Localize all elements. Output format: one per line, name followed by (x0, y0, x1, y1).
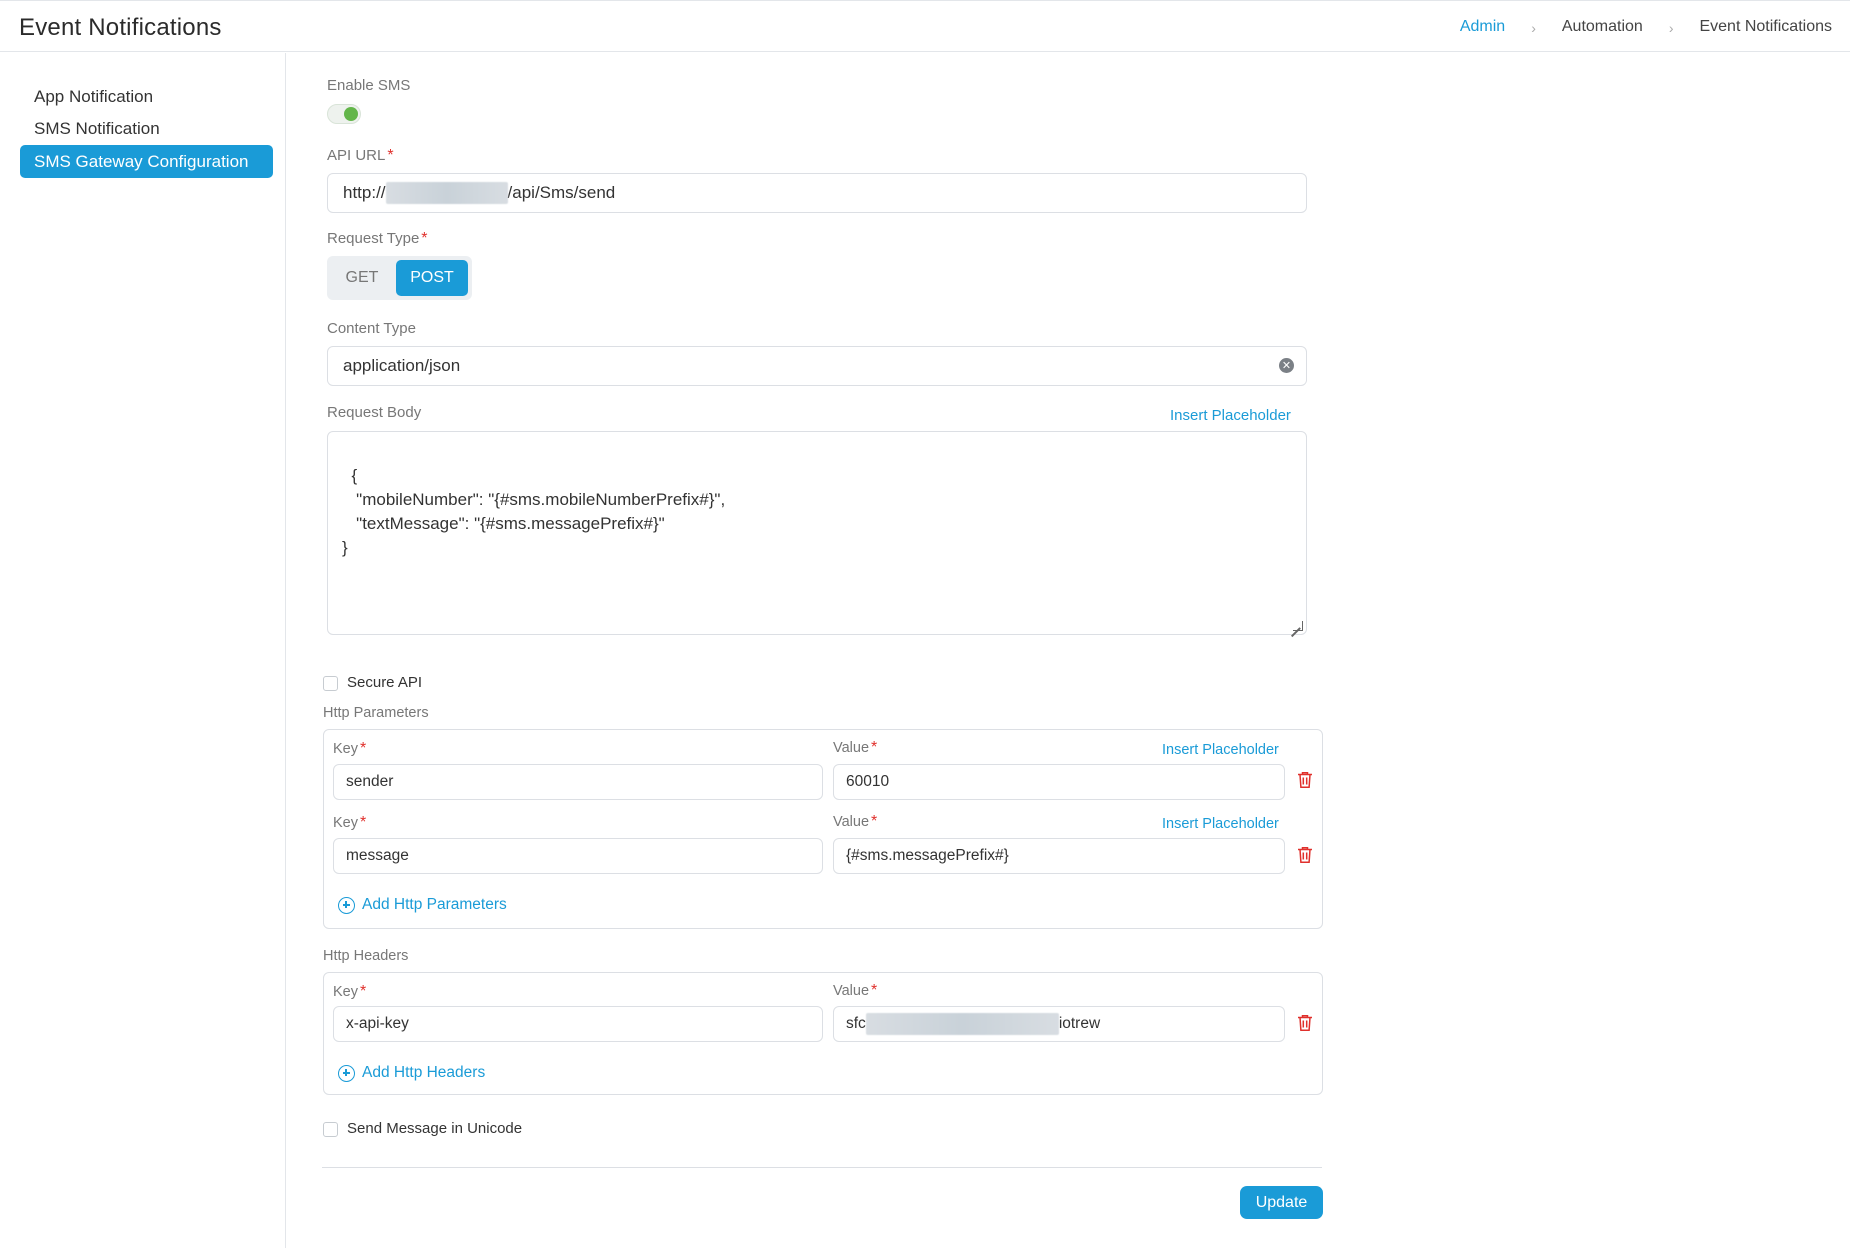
content-type-value: application/json (343, 356, 461, 375)
param-key-input[interactable]: sender (333, 764, 823, 800)
header-value-suffix: iotrew (1058, 1015, 1101, 1032)
delete-trash-icon[interactable] (1297, 1014, 1313, 1032)
param-insert-placeholder-link[interactable]: Insert Placeholder (1162, 816, 1279, 832)
api-url-prefix: http:// (343, 183, 386, 202)
send-unicode-label: Send Message in Unicode (347, 1120, 523, 1137)
add-circle-icon (338, 896, 355, 914)
secure-api-label: Secure API (347, 674, 423, 691)
param-key-label: Key * (333, 740, 366, 758)
required-asterisk: * (387, 147, 394, 164)
clear-icon[interactable]: ✕ (1279, 358, 1294, 373)
header-key-value: x-api-key (346, 1015, 409, 1032)
sidebar-item-app-notification[interactable]: App Notification (20, 80, 273, 113)
param-insert-placeholder-link[interactable]: Insert Placeholder (1162, 742, 1279, 758)
required-asterisk: * (360, 814, 367, 831)
api-url-suffix: /api/Sms/send (507, 183, 616, 202)
request-type-label: Request Type * (327, 230, 428, 248)
http-headers-title: Http Headers (323, 948, 409, 964)
sidebar-item-sms-gateway-configuration[interactable]: SMS Gateway Configuration (20, 145, 273, 178)
form-divider (322, 1167, 1322, 1168)
param-key-value: message (346, 847, 409, 864)
api-url-input[interactable]: http:// /api/Sms/send (327, 173, 1307, 213)
breadcrumb-separator-icon: › (1531, 20, 1536, 36)
api-url-label: API URL * (327, 147, 394, 165)
header-value-prefix: sfc (846, 1015, 866, 1032)
param-value-input[interactable]: 60010 (833, 764, 1285, 800)
param-value-value: 60010 (846, 773, 890, 790)
header-value-label: Value * (833, 982, 877, 1000)
header-value-input[interactable]: sfc iotrew (833, 1006, 1285, 1042)
request-body-insert-placeholder-link[interactable]: Insert Placeholder (1170, 407, 1291, 424)
param-value-input[interactable]: {#sms.messagePrefix#} (833, 838, 1285, 874)
sidebar-item-sms-notification[interactable]: SMS Notification (20, 112, 273, 145)
breadcrumb-separator-icon: › (1668, 20, 1674, 36)
enable-sms-toggle[interactable] (327, 104, 361, 124)
add-http-parameters-button[interactable]: Add Http Parameters (338, 896, 507, 914)
required-asterisk: * (871, 982, 878, 999)
redacted-host (385, 182, 508, 204)
required-asterisk: * (421, 230, 428, 247)
add-circle-icon (338, 1064, 355, 1082)
add-http-parameters-label: Add Http Parameters (362, 896, 507, 913)
value-label-text: Value (833, 814, 870, 830)
breadcrumb-automation[interactable]: Automation (1562, 18, 1643, 36)
enable-sms-label: Enable SMS (327, 77, 411, 94)
request-type-label-text: Request Type (327, 230, 420, 247)
toggle-knob (344, 107, 358, 121)
http-parameters-title: Http Parameters (323, 705, 429, 721)
required-asterisk: * (360, 983, 367, 1000)
key-label-text: Key (333, 741, 358, 757)
key-label-text: Key (333, 815, 358, 831)
request-body-label: Request Body (327, 404, 422, 421)
required-asterisk: * (871, 813, 878, 830)
request-type-segmented-control: GET POST (327, 256, 472, 300)
header-key-input[interactable]: x-api-key (333, 1006, 823, 1042)
delete-trash-icon[interactable] (1297, 846, 1313, 864)
param-value-value: {#sms.messagePrefix#} (846, 847, 1009, 864)
secure-api-checkbox[interactable] (323, 676, 338, 691)
request-type-post-button[interactable]: POST (396, 260, 468, 296)
required-asterisk: * (360, 740, 367, 757)
breadcrumb-admin[interactable]: Admin (1460, 18, 1505, 36)
header-key-label: Key * (333, 983, 366, 1001)
page-header: Event Notifications Admin › Automation ›… (0, 0, 1850, 52)
add-http-headers-label: Add Http Headers (362, 1064, 486, 1081)
breadcrumb-current: Event Notifications (1699, 18, 1832, 35)
add-http-headers-button[interactable]: Add Http Headers (338, 1064, 485, 1082)
param-key-value: sender (346, 773, 394, 790)
content-type-select[interactable]: application/json ✕ (327, 346, 1307, 386)
value-label-text: Value (833, 740, 870, 756)
request-type-get-button[interactable]: GET (331, 260, 393, 296)
update-button[interactable]: Update (1240, 1186, 1323, 1219)
api-url-label-text: API URL (327, 147, 386, 164)
content-type-label: Content Type (327, 320, 416, 337)
redacted-api-key (865, 1013, 1059, 1035)
resize-handle-icon[interactable] (1293, 621, 1303, 631)
delete-trash-icon[interactable] (1297, 771, 1313, 789)
key-label-text: Key (333, 984, 358, 1000)
sidebar: App Notification SMS Notification SMS Ga… (0, 53, 286, 1248)
request-body-text: { "mobileNumber": "{#sms.mobileNumberPre… (342, 466, 726, 557)
value-label-text: Value (833, 983, 870, 999)
param-value-label: Value * (833, 813, 877, 831)
param-key-label: Key * (333, 814, 366, 832)
breadcrumb: Admin › Automation › Event Notifications (1460, 18, 1832, 36)
param-key-input[interactable]: message (333, 838, 823, 874)
param-value-label: Value * (833, 739, 877, 757)
page-title: Event Notifications (19, 14, 222, 41)
required-asterisk: * (871, 739, 878, 756)
request-body-textarea[interactable]: { "mobileNumber": "{#sms.mobileNumberPre… (327, 431, 1307, 635)
send-unicode-checkbox[interactable] (323, 1122, 338, 1137)
